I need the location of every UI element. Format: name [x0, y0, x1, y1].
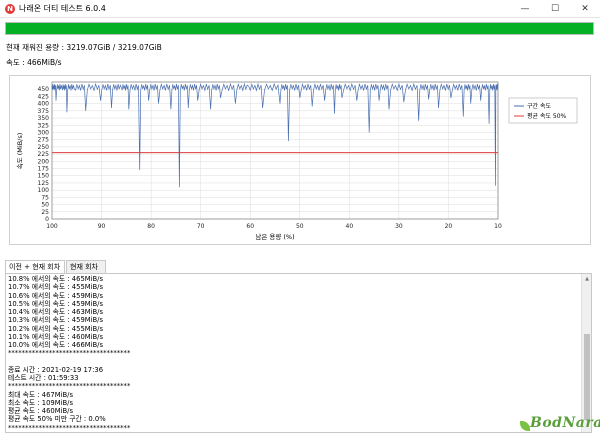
x-axis-ticks: 100 90 80 70 60 50 40 30 20 10 — [46, 223, 502, 230]
log-line: ************************************ — [8, 423, 131, 432]
log-text-area[interactable]: 10.8% 에서의 속도 : 465MiB/s 10.7% 에서의 속도 : 45… — [5, 273, 592, 433]
test-progress-bar — [5, 22, 594, 35]
log-line: 10.4% 에서의 속도 : 463MiB/s — [8, 308, 104, 316]
y-tick-label: 175 — [38, 166, 50, 173]
y-tick-label: 50 — [41, 202, 49, 209]
chart-legend: 구간 속도 평균 속도 50% — [508, 97, 578, 124]
log-lines: 10.8% 에서의 속도 : 465MiB/s 10.7% 에서의 속도 : 45… — [8, 275, 578, 432]
scroll-thumb[interactable] — [584, 334, 590, 420]
x-axis-label: 남은 용량 (%) — [255, 232, 294, 241]
y-tick-label: 300 — [38, 129, 50, 136]
y-tick-label: 250 — [38, 144, 50, 151]
y-tick-label: 275 — [38, 137, 50, 144]
y-tick-label: 150 — [38, 173, 50, 180]
log-line: 10.7% 에서의 속도 : 455MiB/s — [8, 283, 104, 292]
y-tick-label: 400 — [38, 101, 50, 108]
log-scrollbar[interactable]: ▲ — [581, 274, 591, 432]
log-line: 테스트 시간 : 01:59:33 — [8, 374, 79, 382]
x-tick-label: 30 — [395, 223, 403, 230]
log-line: 평균 속도 50% 미만 구간 : 0.0% — [8, 415, 106, 424]
x-tick-label: 100 — [46, 223, 58, 230]
log-line: 10.3% 에서의 속도 : 459MiB/s — [8, 316, 104, 325]
x-tick-label: 50 — [296, 223, 304, 230]
x-tick-label: 10 — [494, 223, 502, 230]
y-tick-label: 225 — [38, 151, 50, 158]
x-tick-label: 90 — [98, 223, 106, 230]
x-tick-label: 80 — [147, 223, 155, 230]
remaining-capacity-text: 현재 재워진 용량 : 3219.07GiB / 3219.07GiB — [6, 43, 162, 52]
scroll-up-arrow-icon[interactable]: ▲ — [583, 276, 591, 282]
y-tick-label: 425 — [38, 93, 50, 100]
tab-current-round[interactable]: 현재 회차 — [66, 260, 106, 273]
x-tick-label: 20 — [445, 223, 453, 230]
segment-speed-line — [51, 82, 499, 188]
maximize-button[interactable]: ☐ — [540, 0, 570, 18]
log-line: 10.5% 에서의 속도 : 459MiB/s — [8, 299, 104, 308]
title-bar: N 나래온 더티 테스트 6.0.4 — ☐ ✕ — [0, 0, 600, 18]
log-line: ************************************ — [8, 349, 131, 358]
log-line: 10.6% 에서의 속도 : 459MiB/s — [8, 291, 104, 300]
x-tick-label: 70 — [197, 223, 205, 230]
progress-fill — [6, 23, 593, 34]
y-tick-label: 125 — [38, 180, 50, 187]
log-line: 최소 속도 : 109MiB/s — [8, 398, 74, 407]
log-line: 최대 속도 : 467MiB/s — [8, 390, 74, 399]
y-tick-label: 75 — [41, 194, 49, 201]
x-tick-label: 60 — [246, 223, 254, 230]
minimize-button[interactable]: — — [510, 0, 540, 18]
y-tick-label: 0 — [45, 216, 49, 223]
log-line: 10.2% 에서의 속도 : 455MiB/s — [8, 324, 104, 333]
y-tick-label: 100 — [38, 187, 50, 194]
current-speed-text: 속도 : 466MiB/s — [6, 58, 62, 67]
y-tick-label: 350 — [38, 115, 50, 122]
log-line: 10.8% 에서의 속도 : 465MiB/s — [8, 275, 104, 283]
y-tick-label: 25 — [41, 209, 49, 216]
plot-frame — [51, 81, 499, 220]
y-tick-label: 450 — [38, 86, 50, 93]
leaf-icon — [520, 421, 530, 431]
legend-label-average-speed: 평균 속도 50% — [527, 112, 567, 120]
log-line: 10.0% 에서의 속도 : 466MiB/s — [8, 341, 104, 349]
speed-chart: 0255075100125150175200225250275300325350… — [16, 81, 578, 241]
bodnara-watermark-logo: BodNara — [516, 413, 600, 435]
chart-grid — [51, 82, 499, 220]
log-line: 종료 시간 : 2021-02-19 17:36 — [8, 365, 104, 374]
log-line: 평균 속도 : 460MiB/s — [8, 407, 74, 415]
watermark-text: BodNara — [530, 415, 600, 431]
speed-chart-panel: 0 25 50 75 100 125 150 175 200 225 250 275 300 325 350… — [9, 75, 591, 245]
y-axis-ticks: 0255075100125150175200225250275300325350… — [38, 86, 50, 223]
y-axis-label: 속도 (MiB/s) — [16, 133, 24, 170]
app-icon: N — [5, 4, 15, 14]
tab-all-rounds[interactable]: 이전 + 현재 회차 — [5, 260, 65, 273]
window-title: 나래온 더티 테스트 6.0.4 — [19, 4, 106, 13]
legend-label-segment-speed: 구간 속도 — [527, 102, 551, 110]
y-tick-label: 325 — [38, 122, 50, 129]
log-line: ************************************ — [8, 382, 131, 391]
close-button[interactable]: ✕ — [570, 0, 600, 18]
y-tick-label: 375 — [38, 108, 50, 115]
x-tick-label: 40 — [346, 223, 354, 230]
y-tick-label: 200 — [38, 158, 50, 165]
log-line: 10.1% 에서의 속도 : 460MiB/s — [8, 332, 104, 341]
